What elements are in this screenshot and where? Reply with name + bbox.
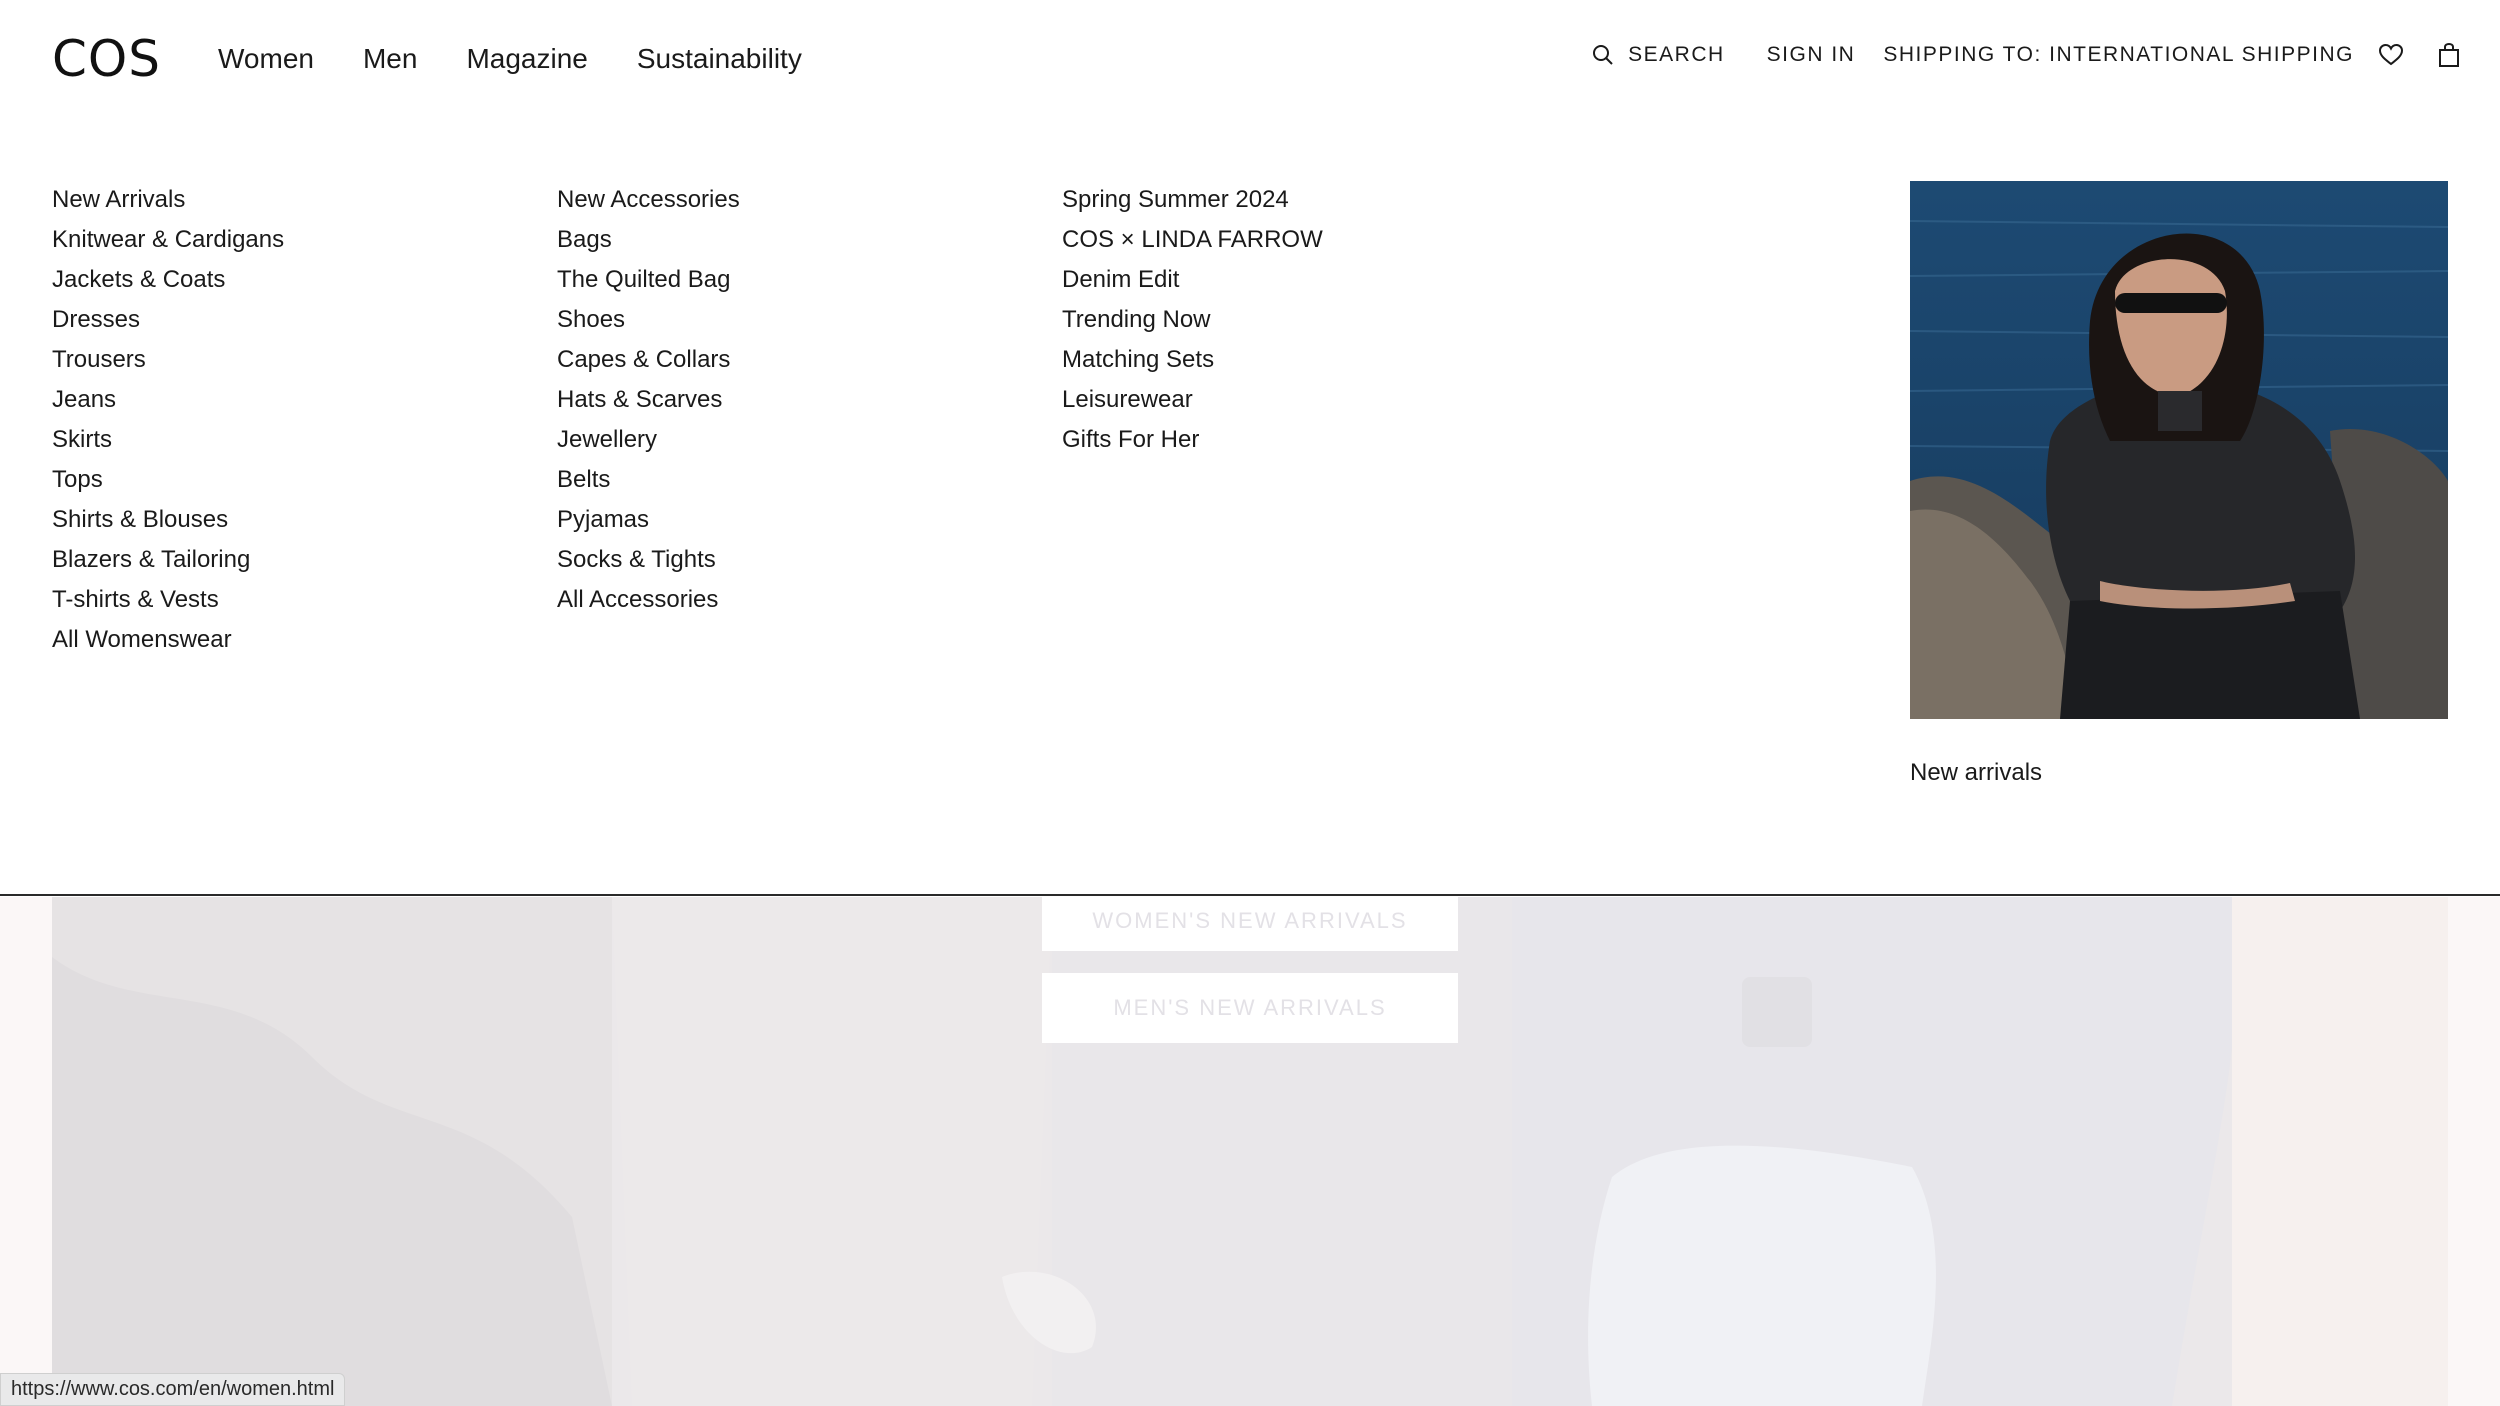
menu-link-new-accessories[interactable]: New Accessories [557,180,740,220]
menu-link-denim-edit[interactable]: Denim Edit [1062,260,1323,300]
menu-link-spring-summer-2024[interactable]: Spring Summer 2024 [1062,180,1323,220]
menu-link-leisurewear[interactable]: Leisurewear [1062,380,1323,420]
menu-link-new-arrivals[interactable]: New Arrivals [52,180,284,220]
menu-link-belts[interactable]: Belts [557,460,740,500]
menu-link-skirts[interactable]: Skirts [52,420,284,460]
promo-tile[interactable]: New arrivals [1910,181,2448,788]
menu-link-gifts-for-her[interactable]: Gifts For Her [1062,420,1323,460]
browser-status-url: https://www.cos.com/en/women.html [0,1373,346,1406]
menu-link-tshirts-vests[interactable]: T-shirts & Vests [52,580,284,620]
nav-sustainability[interactable]: Sustainability [637,42,802,76]
menu-link-dresses[interactable]: Dresses [52,300,284,340]
menu-link-pyjamas[interactable]: Pyjamas [557,500,740,540]
cos-logo[interactable]: COS [52,34,161,84]
nav-men[interactable]: Men [363,42,417,76]
menu-link-matching-sets[interactable]: Matching Sets [1062,340,1323,380]
menu-link-hats-scarves[interactable]: Hats & Scarves [557,380,740,420]
nav-women[interactable]: Women [218,42,314,76]
menu-link-shoes[interactable]: Shoes [557,300,740,340]
menu-link-quilted-bag[interactable]: The Quilted Bag [557,260,740,300]
menu-link-jewellery[interactable]: Jewellery [557,420,740,460]
header-utilities: SEARCH SIGN IN SHIPPING TO: INTERNATIONA… [1592,40,2460,70]
sign-in-link[interactable]: SIGN IN [1767,40,1856,70]
menu-link-linda-farrow[interactable]: COS × LINDA FARROW [1062,220,1323,260]
menu-link-knitwear-cardigans[interactable]: Knitwear & Cardigans [52,220,284,260]
menu-link-jackets-coats[interactable]: Jackets & Coats [52,260,284,300]
mens-new-arrivals-button[interactable]: MEN'S NEW ARRIVALS [1042,973,1458,1043]
accessories-column: New Accessories Bags The Quilted Bag Sho… [557,180,740,620]
menu-link-trousers[interactable]: Trousers [52,340,284,380]
promo-image[interactable] [1910,181,2448,719]
bag-button[interactable] [2438,42,2460,68]
menu-link-capes-collars[interactable]: Capes & Collars [557,340,740,380]
search-label: SEARCH [1628,43,1725,66]
background-page: WOMEN'S NEW ARRIVALS MEN'S NEW ARRIVALS [0,897,2500,1406]
menu-link-socks-tights[interactable]: Socks & Tights [557,540,740,580]
promo-caption[interactable]: New arrivals [1910,758,2448,788]
menu-link-tops[interactable]: Tops [52,460,284,500]
collections-column: Spring Summer 2024 COS × LINDA FARROW De… [1062,180,1323,460]
site-header: COS Women Men Magazine Sustainability SE… [0,0,2500,118]
main-nav: Women Men Magazine Sustainability [218,42,851,76]
search-icon [1593,45,1613,65]
wishlist-button[interactable] [2378,43,2404,67]
women-mega-menu: New Arrivals Knitwear & Cardigans Jacket… [0,118,2500,896]
heart-icon [2378,43,2404,66]
menu-link-all-womenswear[interactable]: All Womenswear [52,620,284,660]
shopping-bag-icon [2439,42,2459,67]
menu-link-blazers-tailoring[interactable]: Blazers & Tailoring [52,540,284,580]
menu-link-all-accessories[interactable]: All Accessories [557,580,740,620]
womens-new-arrivals-button[interactable]: WOMEN'S NEW ARRIVALS [1042,897,1458,951]
menu-link-bags[interactable]: Bags [557,220,740,260]
menu-link-shirts-blouses[interactable]: Shirts & Blouses [52,500,284,540]
menu-link-trending-now[interactable]: Trending Now [1062,300,1323,340]
clothing-column: New Arrivals Knitwear & Cardigans Jacket… [52,180,284,660]
nav-magazine[interactable]: Magazine [466,42,587,76]
shipping-selector[interactable]: SHIPPING TO: INTERNATIONAL SHIPPING [1883,40,2354,70]
menu-link-jeans[interactable]: Jeans [52,380,284,420]
search-button[interactable]: SEARCH [1592,40,1725,70]
